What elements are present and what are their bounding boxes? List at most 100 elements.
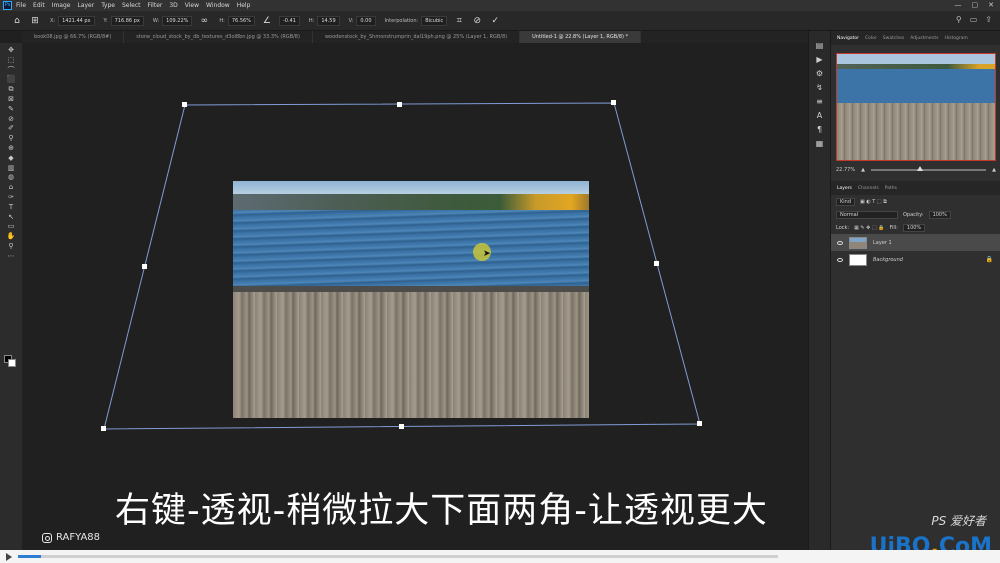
cancel-icon[interactable]: ⊘: [472, 16, 482, 26]
interpolation-select[interactable]: Bicubic: [421, 15, 448, 26]
tab-paths[interactable]: Paths: [885, 186, 897, 191]
zoom-slider-knob[interactable]: [917, 166, 924, 171]
menu-type[interactable]: Type: [101, 2, 115, 9]
lasso-tool-icon[interactable]: ⌒: [4, 66, 18, 76]
background-color-swatch[interactable]: [8, 359, 16, 367]
object-select-tool-icon[interactable]: ⬛: [4, 75, 18, 85]
brush-settings-icon[interactable]: ↯: [816, 83, 823, 93]
glyphs-icon[interactable]: ▦: [816, 139, 824, 149]
fill-field[interactable]: 100%: [902, 223, 926, 232]
gradient-tool-icon[interactable]: ▥: [4, 164, 18, 174]
visibility-eye-icon[interactable]: [837, 257, 843, 262]
opacity-field[interactable]: 100%: [928, 210, 951, 219]
hand-tool-icon[interactable]: ✋: [4, 232, 18, 242]
angle-field[interactable]: -0.41: [278, 15, 300, 26]
tab-layers[interactable]: Layers: [837, 186, 852, 191]
h-skew-field[interactable]: 14.59: [317, 15, 340, 26]
menu-window[interactable]: Window: [206, 2, 230, 9]
handle-top-center[interactable]: [397, 102, 402, 107]
tab-book08[interactable]: book08.jpg @ 66.7% (RGB/8#): [22, 31, 125, 43]
link-icon[interactable]: ∞: [199, 16, 209, 26]
share-icon[interactable]: ⇪: [985, 15, 992, 24]
tab-stone-cloud[interactable]: stone_cloud_stock_by_db_textures_d3ol8bn…: [124, 31, 313, 43]
tab-untitled-1[interactable]: Untitled-1 @ 22.8% (Layer 1, RGB/8) *: [520, 31, 642, 43]
reference-point-icon[interactable]: ⊞: [30, 16, 40, 26]
shape-tool-icon[interactable]: ▭: [4, 222, 18, 232]
handle-top-left[interactable]: [182, 102, 187, 107]
warp-icon[interactable]: ⌗: [454, 16, 464, 26]
menu-help[interactable]: Help: [237, 2, 251, 9]
menu-layer[interactable]: Layer: [77, 2, 94, 9]
video-progress-track[interactable]: [18, 555, 778, 558]
x-field[interactable]: 1421.44 px: [58, 15, 95, 26]
adjustments-icon[interactable]: ≡: [816, 97, 823, 107]
workspace-icon[interactable]: ▭: [970, 15, 978, 24]
close-button[interactable]: ✕: [988, 1, 994, 9]
zoom-in-icon[interactable]: ▲: [992, 167, 996, 173]
zoom-value[interactable]: 22.77%: [836, 167, 855, 173]
filter-icons[interactable]: ▣ ◐ T ⬚ ⧉: [860, 199, 887, 205]
navigator-preview[interactable]: [836, 53, 996, 161]
search-icon[interactable]: ⚲: [956, 15, 962, 24]
character-icon[interactable]: A: [817, 111, 822, 121]
menu-file[interactable]: File: [16, 2, 26, 9]
type-tool-icon[interactable]: T: [4, 203, 18, 213]
menu-select[interactable]: Select: [122, 2, 141, 9]
width-field[interactable]: 109.22%: [162, 15, 193, 26]
play-icon[interactable]: [6, 553, 12, 561]
layer-kind-select[interactable]: Kind: [836, 197, 856, 206]
pen-tool-icon[interactable]: ✑: [4, 193, 18, 203]
tab-swatches[interactable]: Swatches: [883, 36, 905, 41]
handle-middle-left[interactable]: [142, 264, 147, 269]
menu-edit[interactable]: Edit: [33, 2, 45, 9]
handle-bottom-left[interactable]: [101, 426, 106, 431]
zoom-tool-icon[interactable]: ⚲: [4, 242, 18, 252]
paragraph-icon[interactable]: ¶: [817, 125, 822, 135]
handle-bottom-right[interactable]: [697, 421, 702, 426]
tab-navigator[interactable]: Navigator: [837, 36, 859, 41]
marquee-tool-icon[interactable]: ⬚: [4, 56, 18, 66]
tab-channels[interactable]: Channels: [858, 186, 879, 191]
crop-tool-icon[interactable]: ⧉: [4, 85, 18, 95]
properties-icon[interactable]: ⚙: [816, 69, 823, 79]
tab-color[interactable]: Color: [865, 36, 877, 41]
document-canvas[interactable]: ➤: [22, 43, 808, 550]
zoom-slider[interactable]: [870, 166, 987, 171]
maximize-button[interactable]: ▢: [972, 1, 979, 9]
history-icon[interactable]: ▤: [816, 41, 824, 51]
home-icon[interactable]: ⌂: [12, 16, 22, 26]
move-tool-icon[interactable]: ✥: [4, 46, 18, 56]
height-field[interactable]: 76.56%: [227, 15, 255, 26]
eyedropper-tool-icon[interactable]: ✎: [4, 105, 18, 115]
blend-mode-select[interactable]: Normal: [836, 210, 898, 219]
perspective-transform-box[interactable]: [22, 43, 808, 550]
stamp-tool-icon[interactable]: ⚲: [4, 134, 18, 144]
tab-woodenstock[interactable]: woodenstock_by_Shmonstrumprin_dal19ph.pn…: [313, 31, 521, 43]
lock-icons[interactable]: ▦ ✎ ✥ ⬚ 🔒: [854, 225, 884, 231]
healing-tool-icon[interactable]: ⊘: [4, 115, 18, 125]
blur-tool-icon[interactable]: ◍: [4, 173, 18, 183]
eraser-tool-icon[interactable]: ◆: [4, 154, 18, 164]
tab-adjustments[interactable]: Adjustments: [910, 36, 938, 41]
zoom-out-icon[interactable]: ▲: [861, 167, 865, 173]
tab-histogram[interactable]: Histogram: [944, 36, 967, 41]
handle-middle-right[interactable]: [654, 261, 659, 266]
layer-row-background[interactable]: Background 🔒: [831, 251, 1000, 268]
path-select-tool-icon[interactable]: ↖: [4, 213, 18, 223]
layer-row-layer-1[interactable]: Layer 1: [831, 234, 1000, 251]
frame-tool-icon[interactable]: ⊠: [4, 95, 18, 105]
more-tools-icon[interactable]: ⋯: [4, 252, 18, 262]
menu-view[interactable]: View: [185, 2, 199, 9]
dodge-tool-icon[interactable]: ⌂: [4, 183, 18, 193]
minimize-button[interactable]: —: [955, 1, 962, 9]
check-icon[interactable]: ✓: [490, 16, 500, 26]
brush-tool-icon[interactable]: ✐: [4, 124, 18, 134]
handle-bottom-center[interactable]: [399, 424, 404, 429]
handle-top-right[interactable]: [611, 100, 616, 105]
visibility-eye-icon[interactable]: [837, 240, 843, 245]
history-brush-tool-icon[interactable]: ⊕: [4, 144, 18, 154]
menu-image[interactable]: Image: [52, 2, 71, 9]
y-field[interactable]: 716.86 px: [110, 15, 144, 26]
menu-3d[interactable]: 3D: [169, 2, 177, 9]
actions-icon[interactable]: ▶: [816, 55, 822, 65]
